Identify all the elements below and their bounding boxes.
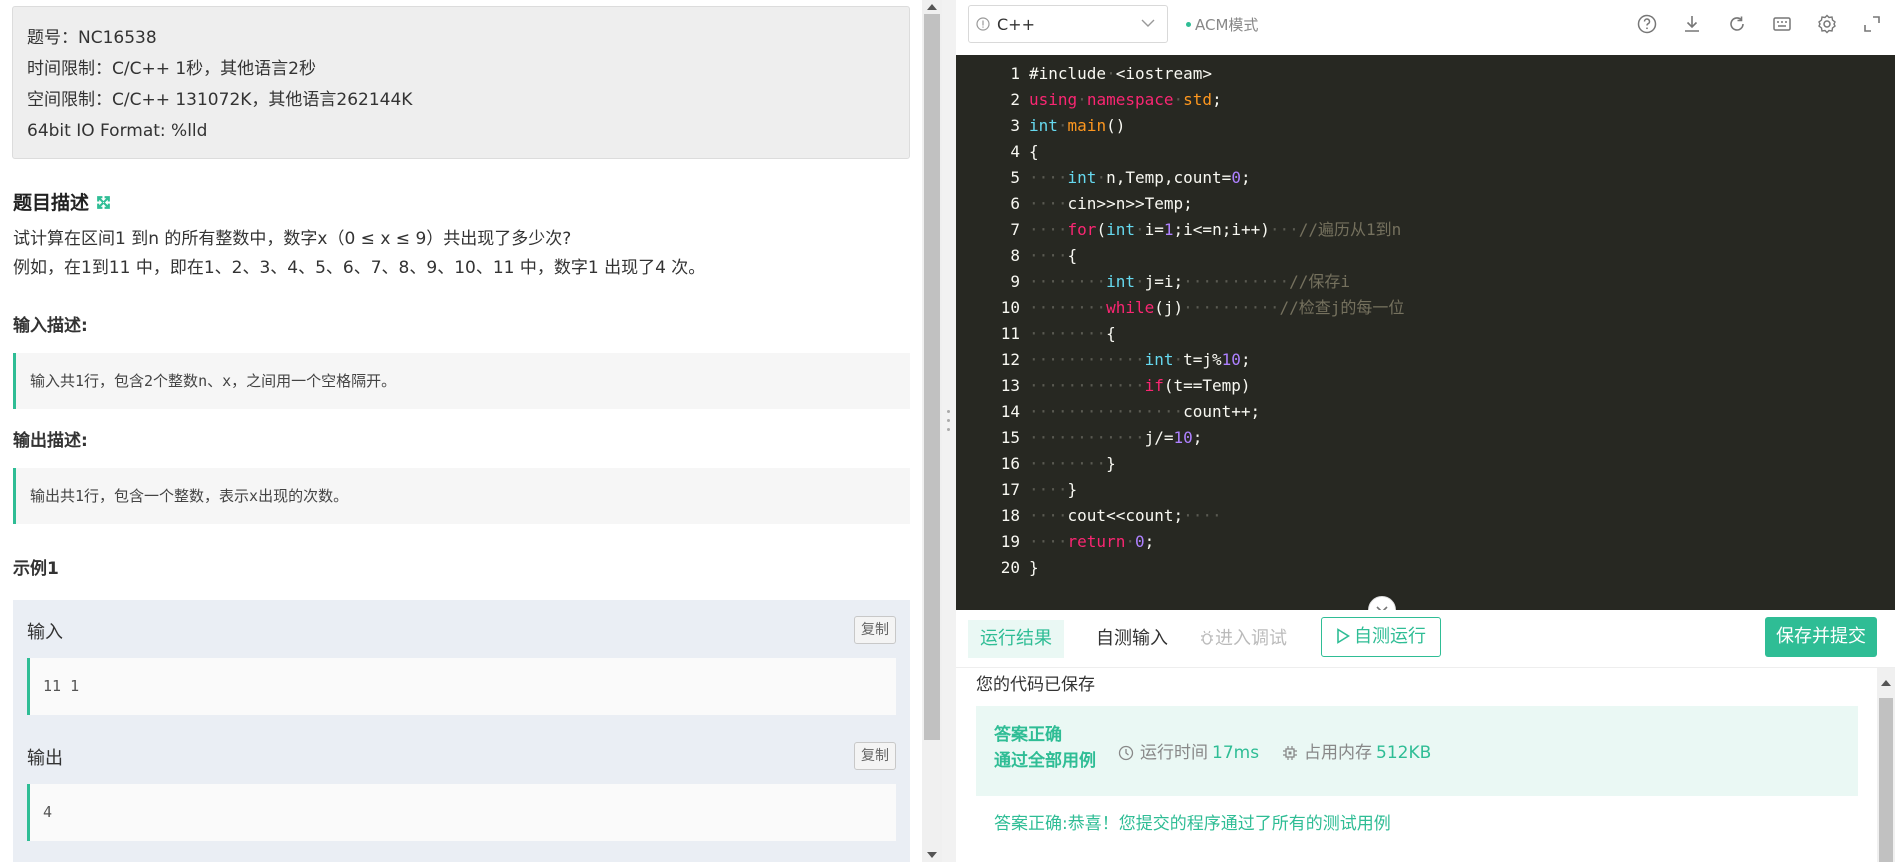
result-scrollbar[interactable] [1877,668,1895,862]
sample-input-label: 输入 [27,622,63,643]
settings-icon[interactable] [1816,13,1838,35]
run-time-value: 17ms [1212,743,1260,763]
bug-icon [1201,630,1213,645]
scroll-up-arrow-icon[interactable] [1881,680,1891,686]
status-line: 通过全部用例 [994,751,1096,771]
sample-input-block: 输入 复制 11 1 [13,600,910,726]
status-line: 答案正确 [994,725,1062,745]
result-message: 答案正确:恭喜！您提交的程序通过了所有的测试用例 [994,814,1391,834]
memory-usage: 占用内存 512KB [1282,738,1431,763]
sample-output-block: 输出 复制 4 [13,726,910,862]
description-heading: 题目描述 [13,188,112,215]
copy-input-button[interactable]: 复制 [854,616,896,644]
tab-run-result[interactable]: 运行结果 [968,620,1064,658]
scroll-down-arrow-icon[interactable] [927,852,937,858]
problem-panel: 题号：NC16538 时间限制：C/C++ 1秒，其他语言2秒 空间限制：C/C… [0,0,922,862]
code-editor[interactable]: 1 #include·<iostream> 2 using·namespace·st… [956,55,1895,610]
app-window: 题号：NC16538 时间限制：C/C++ 1秒，其他语言2秒 空间限制：C/C… [0,0,1895,862]
refresh-icon[interactable] [1726,13,1748,35]
fullscreen-icon[interactable] [1861,13,1883,35]
run-time: 运行时间 17ms [1118,738,1259,763]
output-description: 输出共1行，包含一个整数，表示x出现的次数。 [13,468,910,524]
problem-id: 题号：NC16538 [27,28,157,48]
time-limit: 时间限制：C/C++ 1秒，其他语言2秒 [27,59,316,79]
result-panel: 您的代码已保存 答案正确 通过全部用例 运行时间 17ms 占用内存 512KB 答… [956,668,1877,862]
tab-debug[interactable]: 进入调试 [1199,620,1287,658]
editor-toolbar: C++ ACM模式 [956,0,1895,55]
language-value: C++ [997,15,1035,34]
run-time-label: 运行时间 [1140,743,1208,763]
drag-handle-icon[interactable] [947,410,951,437]
help-icon[interactable] [1636,13,1658,35]
input-heading: 输入描述: [13,316,88,336]
result-summary: 答案正确 通过全部用例 运行时间 17ms 占用内存 512KB [976,706,1858,796]
status-badge: 答案正确 通过全部用例 [994,722,1096,774]
tab-debug-label: 进入调试 [1215,628,1287,649]
example-heading: 示例1 [13,559,59,579]
tab-custom-input[interactable]: 自测输入 [1096,620,1168,658]
output-heading: 输出描述: [13,431,88,451]
sample-input-code: 11 1 [27,658,896,715]
language-select[interactable]: C++ [968,5,1168,43]
memory-limit: 空间限制：C/C++ 131072K，其他语言262144K [27,90,413,110]
scrollbar-thumb[interactable] [1879,698,1893,862]
scrollbar-thumb[interactable] [924,14,940,740]
editor-panel: C++ ACM模式 1 #include·<iostream> 2 using·na… [956,0,1895,862]
clock-icon [1118,745,1134,761]
download-icon[interactable] [1681,13,1703,35]
sample-output-label: 输出 [27,748,63,769]
mode-text: ACM模式 [1195,16,1259,34]
description-line: 试计算在区间1 到n 的所有整数中，数字x（0 ≤ x ≤ 9）共出现了多少次? [13,229,572,249]
play-icon [1337,628,1351,644]
result-tabs: 运行结果 自测输入 进入调试 自测运行 保存并提交 [956,610,1895,668]
keyboard-icon[interactable] [1771,13,1793,35]
submit-button[interactable]: 保存并提交 [1765,617,1877,657]
description-line: 例如，在1到11 中，即在1、2、3、4、5、6、7、8、9、10、11 中，数… [13,258,706,278]
run-button-label: 自测运行 [1354,626,1426,647]
info-icon [976,17,990,31]
copy-output-button[interactable]: 复制 [854,742,896,770]
expand-icon[interactable] [95,194,112,211]
sample-output-code: 4 [27,784,896,841]
description-title: 题目描述 [13,192,90,214]
memory-label: 占用内存 [1304,743,1372,763]
chevron-down-icon [1141,19,1155,27]
problem-scrollbar[interactable] [922,0,942,862]
problem-info-box: 题号：NC16538 时间限制：C/C++ 1秒，其他语言2秒 空间限制：C/C… [12,6,910,159]
saved-message: 您的代码已保存 [976,675,1095,695]
mode-label: ACM模式 [1186,14,1258,35]
input-description: 输入共1行，包含2个整数n、x，之间用一个空格隔开。 [13,353,910,409]
description-text: 试计算在区间1 到n 的所有整数中，数字x（0 ≤ x ≤ 9）共出现了多少次?… [13,225,705,283]
scroll-up-arrow-icon[interactable] [927,4,937,10]
memory-value: 512KB [1376,743,1432,763]
chip-icon [1283,746,1297,760]
mode-dot-icon [1186,22,1191,27]
panel-splitter[interactable] [942,0,956,862]
run-button[interactable]: 自测运行 [1321,617,1441,657]
io-format: 64bit IO Format: %lld [27,121,208,141]
